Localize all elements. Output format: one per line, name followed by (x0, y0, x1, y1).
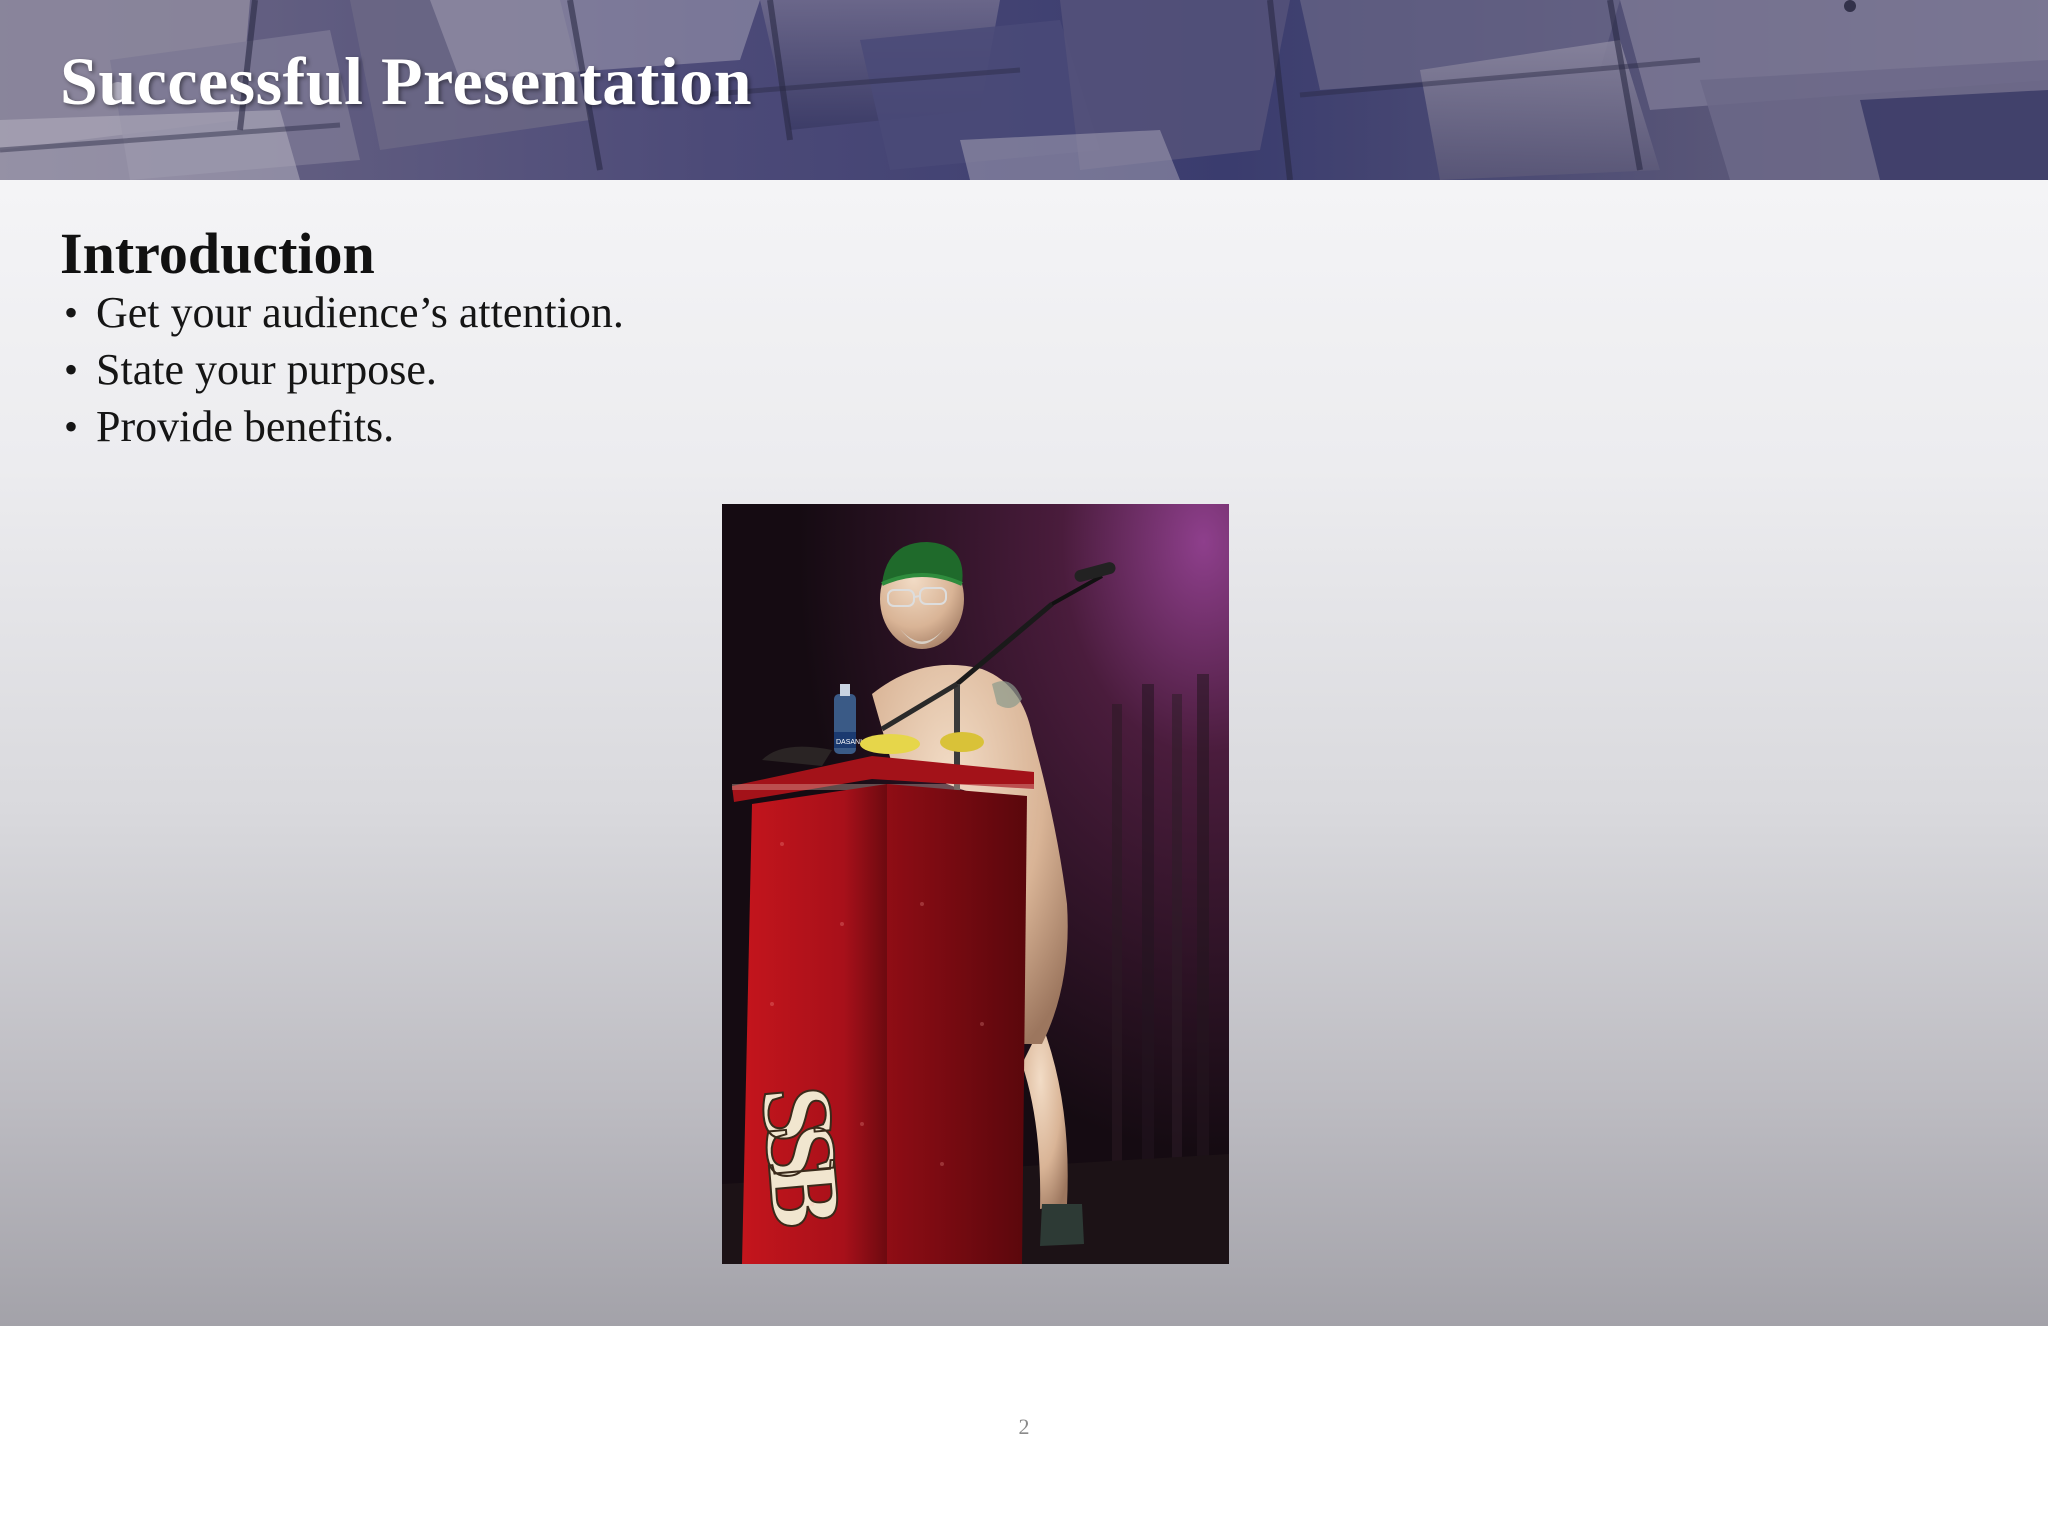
bullet-icon: • (64, 347, 79, 392)
bullet-item: • Get your audience’s attention. (60, 284, 624, 341)
bullet-list: • Get your audience’s attention. • State y… (60, 284, 624, 455)
bullet-icon: • (64, 290, 79, 335)
bullet-icon: • (64, 404, 79, 449)
bullet-item: • Provide benefits. (60, 398, 624, 455)
photo-illustration: DASANI SSB (722, 504, 1229, 1264)
bullet-text: Provide benefits. (96, 402, 395, 451)
bullet-text: State your purpose. (96, 345, 437, 394)
content-panel: Introduction • Get your audience’s attent… (0, 180, 2048, 1326)
bullet-item: • State your purpose. (60, 341, 624, 398)
speaker-podium-photo: DASANI SSB (722, 504, 1229, 1264)
slide-title: Successful Presentation (60, 43, 753, 119)
slide: Successful Presentation Introduction • Ge… (0, 0, 2048, 1536)
page-number: 2 (1018, 1414, 1030, 1439)
bullet-text: Get your audience’s attention. (96, 288, 624, 337)
header-banner: Successful Presentation (0, 0, 2048, 180)
bottle-label: DASANI (836, 739, 862, 746)
section-heading: Introduction (60, 221, 375, 286)
